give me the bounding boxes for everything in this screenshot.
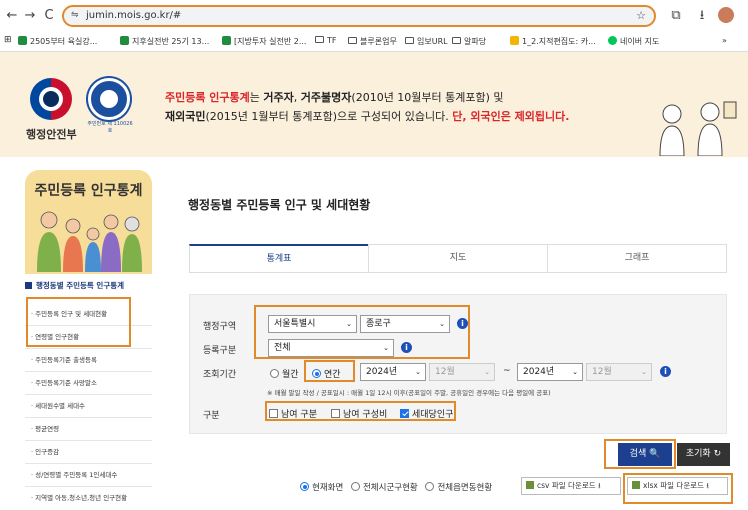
- browser-toolbar: ← → C ⇋ jumin.mois.go.kr/# ☆ ⧉ ⭳: [0, 0, 748, 31]
- sidebar-item-household-size[interactable]: · 세대원수별 세대수: [25, 395, 152, 418]
- back-icon[interactable]: ←: [4, 8, 20, 24]
- bookmark-item[interactable]: 2505부터 육실강...: [18, 36, 97, 47]
- radio-all-sigungu[interactable]: 전체시군구현황: [350, 482, 418, 493]
- banner-text-line1: 주민등록 인구통계는 거주자, 거주불명자(2010년 10월부터 통계포함) …: [165, 91, 504, 104]
- people-illustration: [659, 101, 737, 156]
- period-label: 조회기간: [203, 370, 237, 380]
- reload-icon[interactable]: C: [41, 8, 57, 24]
- bookmark-item[interactable]: 지후실전반 25기 13...: [120, 36, 209, 47]
- ministry-name: 행정안전부: [26, 128, 77, 141]
- address-bar[interactable]: ⇋ jumin.mois.go.kr/# ☆: [62, 5, 656, 27]
- sidebar-item-population-change[interactable]: · 인구증감: [25, 441, 152, 464]
- scope-radio-group: 현재화면 전체시군구현황 전체읍면동현황: [300, 481, 492, 493]
- download-icon[interactable]: ⭳: [694, 8, 710, 24]
- period-tilde: ~: [503, 366, 511, 376]
- radio-all-eupmyeondong[interactable]: 전체읍면동현황: [425, 482, 492, 493]
- info-icon[interactable]: i: [660, 366, 671, 377]
- tab-table[interactable]: 통계표: [189, 244, 369, 273]
- bookmark-folder[interactable]: TF: [315, 36, 337, 45]
- registration-label: 등록구분: [203, 346, 237, 356]
- sidebar-heading[interactable]: 행정동별 주민등록 인구통계: [25, 280, 152, 291]
- extensions-icon[interactable]: ⧉: [668, 8, 684, 24]
- radio-current-view[interactable]: 현재화면: [300, 482, 343, 493]
- sidebar: 주민등록 인구통계 행정동별 주민등록 인구통계 · 주민등록 인구 및 세대현…: [25, 170, 152, 509]
- apps-icon[interactable]: ⊞: [4, 35, 12, 45]
- sidebar-item-single-household[interactable]: · 성/연령별 주민등록 1인세대수: [25, 464, 152, 487]
- seal-label: 주민번호 제 110026 호: [87, 121, 133, 134]
- sidebar-title: 주민등록 인구통계: [34, 183, 143, 199]
- radio-monthly[interactable]: 월간: [270, 367, 299, 380]
- bookmark-folder[interactable]: 임보URL: [405, 36, 448, 47]
- ministry-logo[interactable]: [30, 78, 72, 120]
- bookmark-item[interactable]: [지방투자 실전반 2...: [222, 36, 306, 47]
- from-month-select: 12월 ⌄: [429, 363, 495, 381]
- bookmark-item[interactable]: 1_2.지적편집도: 카...: [510, 36, 596, 47]
- to-month-select: 12월 ⌄: [586, 363, 652, 381]
- highlight-box: [254, 305, 470, 359]
- star-icon[interactable]: ☆: [636, 9, 646, 22]
- site-info-icon[interactable]: ⇋: [71, 10, 79, 20]
- banner-text-line2: 재외국민(2015년 1월부터 통계포함)으로 구성되어 있습니다. 단, 외국…: [165, 110, 570, 123]
- forward-icon[interactable]: →: [22, 8, 38, 24]
- profile-avatar[interactable]: [718, 7, 734, 23]
- reset-button[interactable]: 초기화 ↻: [677, 443, 730, 466]
- csv-download-button[interactable]: csv 파일 다운로드 ⭳: [521, 477, 621, 495]
- region-label: 행정구역: [203, 322, 237, 332]
- highlight-box: [265, 401, 456, 421]
- highlight-box: [604, 439, 676, 469]
- gubun-label: 구분: [203, 411, 220, 421]
- to-year-select[interactable]: 2024년 ⌄: [517, 363, 583, 381]
- site-banner: 행정안전부 주민번호 제 110026 호 주민등록 인구통계는 거주자, 거주…: [0, 52, 748, 157]
- sidebar-item-youth-population[interactable]: · 지역별 아동,청소년,청년 인구현황: [25, 487, 152, 510]
- tab-map[interactable]: 지도: [368, 244, 548, 273]
- highlight-box: [623, 473, 733, 504]
- highlight-box: [304, 360, 355, 382]
- view-tabs: 통계표 지도 그래프: [189, 244, 727, 273]
- highlight-box: [26, 297, 131, 347]
- bookmarks-bar: ⊞ 2505부터 육실강... 지후실전반 25기 13... [지방투자 실전…: [0, 31, 748, 51]
- page-title: 행정동별 주민등록 인구 및 세대현황: [188, 198, 371, 212]
- family-illustration: [37, 211, 142, 272]
- url-text: jumin.mois.go.kr/#: [86, 10, 182, 21]
- bookmark-folder[interactable]: 알파당: [452, 36, 486, 47]
- search-form: 행정구역 서울특별시 ⌄ 종로구 ⌄ i 등록구분 전체 ⌄ i 조회기간 월간 연간…: [189, 294, 727, 434]
- sidebar-card: 주민등록 인구통계: [25, 170, 152, 274]
- sidebar-item-births[interactable]: · 주민등록기준 출생등록: [25, 349, 152, 372]
- tab-graph[interactable]: 그래프: [547, 244, 727, 273]
- bookmark-folder[interactable]: 블루론업무: [348, 36, 397, 47]
- browser-chrome: ← → C ⇋ jumin.mois.go.kr/# ☆ ⧉ ⭳ ⊞ 2505부…: [0, 0, 748, 52]
- sidebar-item-average-age[interactable]: · 평균연령: [25, 418, 152, 441]
- bookmark-item[interactable]: 네이버 지도: [608, 36, 659, 47]
- more-bookmarks-icon[interactable]: »: [722, 36, 727, 45]
- resident-registration-seal: [88, 78, 130, 120]
- sidebar-item-deaths[interactable]: · 주민등록기준 사망말소: [25, 372, 152, 395]
- period-note: ※ 매월 말일 작성 / 공표일시 : 매월 1일 12시 이후(공표일이 주말…: [267, 389, 551, 397]
- from-year-select[interactable]: 2024년 ⌄: [360, 363, 426, 381]
